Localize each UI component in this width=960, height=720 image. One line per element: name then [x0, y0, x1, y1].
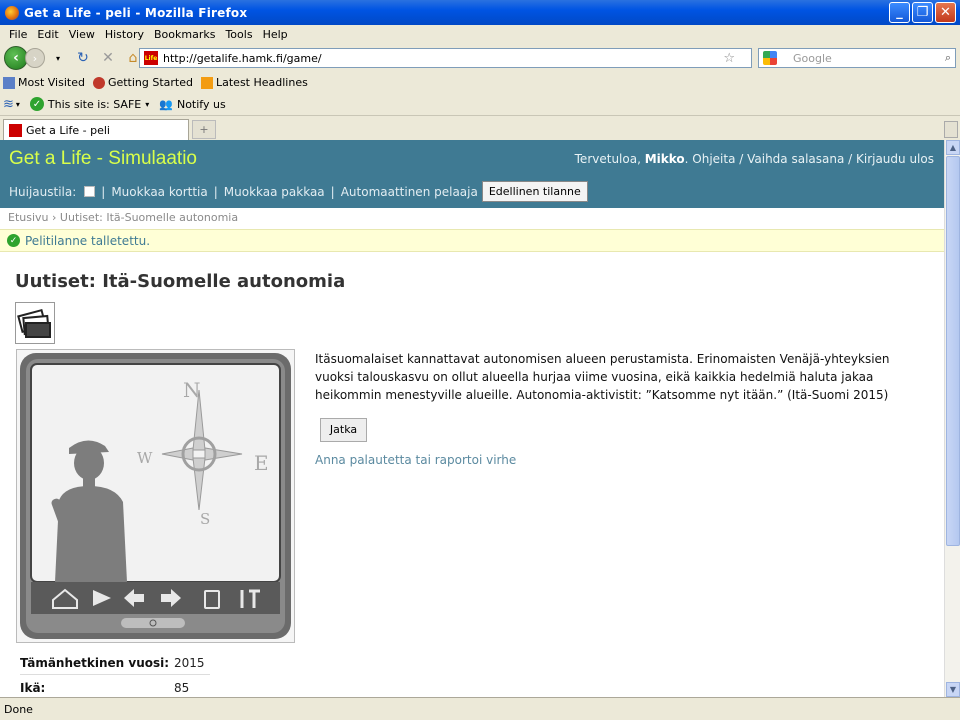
bookmark-getting-started[interactable]: Getting Started — [92, 76, 193, 89]
menu-help[interactable]: Help — [258, 28, 293, 41]
menu-file[interactable]: File — [4, 28, 32, 41]
menu-bar: File Edit View History Bookmarks Tools H… — [0, 25, 960, 44]
stat-label: Ikä: — [20, 680, 46, 695]
chevron-down-icon: ▾ — [145, 99, 150, 109]
compass-s-label: S — [200, 510, 210, 528]
menu-bookmarks[interactable]: Bookmarks — [149, 28, 220, 41]
previous-state-button[interactable]: Edellinen tilanne — [481, 181, 588, 202]
close-button[interactable]: ✕ — [935, 2, 956, 23]
stat-row: Tämänhetkinen vuosi: 2015 — [20, 650, 205, 675]
people-icon: 👥 — [159, 97, 173, 111]
stat-value: 85 — [174, 680, 190, 695]
page-title: Uutiset: Itä-Suomelle autonomia — [15, 271, 346, 292]
safe-label: This site is: SAFE — [47, 97, 142, 111]
page-viewport: Get a Life - Simulaatio Tervetuloa, Mikk… — [0, 140, 944, 697]
compass-e-label: E — [254, 451, 269, 475]
feedback-link[interactable]: Anna palautetta tai raportoi virhe — [315, 453, 516, 467]
maximize-button[interactable]: ❐ — [912, 2, 933, 23]
player-stats: Tämänhetkinen vuosi: 2015 Ikä: 85 — [20, 650, 210, 697]
auto-player-link[interactable]: Automaattinen pelaaja — [341, 185, 478, 199]
vertical-scrollbar[interactable]: ▲ ▼ — [944, 140, 960, 697]
save-notice: ✓ Pelitilanne talletettu. — [0, 229, 944, 252]
search-icon[interactable]: ⌕ — [945, 51, 951, 65]
getting-started-icon — [92, 76, 105, 89]
history-dropdown-icon[interactable]: ▾ — [47, 54, 69, 63]
bookmark-label: Most Visited — [18, 76, 85, 89]
stop-icon[interactable]: ✕ — [97, 50, 119, 66]
cheat-mode-checkbox[interactable] — [84, 186, 96, 197]
menu-edit[interactable]: Edit — [32, 28, 63, 41]
check-icon: ✓ — [29, 97, 44, 111]
window-title: Get a Life - peli - Mozilla Firefox — [24, 5, 248, 20]
compass-n-label: N — [183, 378, 201, 402]
bookmark-label: Latest Headlines — [216, 76, 308, 89]
continue-button[interactable]: Jatka — [320, 418, 367, 442]
breadcrumb-home[interactable]: Etusivu — [8, 211, 49, 224]
url-bar[interactable]: Life http://getalife.hamk.fi/game/ ☆ — [139, 48, 752, 68]
tab-list-button[interactable] — [944, 121, 958, 138]
site-favicon-icon: Life — [144, 51, 158, 65]
user-menu: Tervetuloa, Mikko. Ohjeita / Vaihda sala… — [575, 152, 934, 166]
edit-card-link[interactable]: Muokkaa korttia — [111, 185, 207, 199]
chevron-down-icon: ▾ — [15, 99, 20, 109]
wot-dropdown[interactable]: ≋ ▾ — [3, 97, 20, 112]
safe-status[interactable]: ✓ This site is: SAFE ▾ — [29, 97, 150, 111]
bookmark-latest-headlines[interactable]: Latest Headlines — [201, 76, 308, 89]
compass-w-label: W — [137, 449, 153, 467]
window-titlebar: Get a Life - peli - Mozilla Firefox _ ❐ … — [0, 0, 960, 25]
tab-title: Get a Life - peli — [26, 123, 110, 137]
notice-text: Pelitilanne talletettu. — [25, 233, 151, 248]
minimize-button[interactable]: _ — [889, 2, 910, 23]
navigation-toolbar: ‹ › ▾ ↻ ✕ ⌂ Life http://getalife.hamk.fi… — [0, 44, 960, 72]
forward-button[interactable]: › — [25, 48, 45, 68]
stat-row: Ikä: 85 — [20, 675, 205, 697]
search-bar[interactable]: Google ⌕ — [758, 48, 956, 68]
firefox-icon — [5, 5, 19, 20]
wifi-icon: ≋ — [3, 96, 14, 112]
user-name: Mikko — [644, 152, 685, 166]
search-input[interactable]: Google — [793, 52, 945, 65]
google-engine-icon[interactable] — [763, 51, 777, 65]
bookmark-star-icon[interactable]: ☆ — [723, 51, 735, 66]
stat-value: 2015 — [174, 655, 205, 670]
reload-icon[interactable]: ↻ — [72, 50, 94, 66]
site-header: Get a Life - Simulaatio Tervetuloa, Mikk… — [0, 140, 944, 208]
tool-line: Huijaustila: | Muokkaa korttia | Muokkaa… — [9, 181, 588, 202]
game-device-illustration: N E S W — [16, 349, 295, 643]
status-text: Done — [4, 702, 33, 716]
site-favicon-icon — [9, 123, 22, 137]
stat-label: Tämänhetkinen vuosi: — [20, 655, 170, 670]
most-visited-icon — [3, 76, 15, 89]
new-tab-button[interactable]: + — [192, 120, 216, 139]
scroll-thumb[interactable] — [946, 156, 960, 546]
scroll-down-icon[interactable]: ▼ — [946, 682, 960, 697]
bookmarks-toolbar: Most Visited Getting Started Latest Head… — [0, 72, 960, 93]
addon-toolbar: ≋ ▾ ✓ This site is: SAFE ▾ 👥 Notify us — [0, 93, 960, 116]
menu-tools[interactable]: Tools — [220, 28, 257, 41]
menu-view[interactable]: View — [64, 28, 100, 41]
welcome-text: Tervetuloa, — [574, 152, 645, 166]
cheat-mode-label: Huijaustila: — [9, 184, 77, 199]
check-icon: ✓ — [7, 234, 20, 247]
breadcrumb: Etusivu › Uutiset: Itä-Suomelle autonomi… — [8, 211, 239, 224]
status-bar: Done — [0, 697, 960, 720]
notify-us[interactable]: 👥 Notify us — [159, 98, 225, 111]
site-brand[interactable]: Get a Life - Simulaatio — [9, 148, 197, 170]
bookmark-label: Getting Started — [107, 76, 193, 89]
menu-history[interactable]: History — [100, 28, 149, 41]
edit-deck-link[interactable]: Muokkaa pakkaa — [224, 185, 325, 199]
breadcrumb-current: Uutiset: Itä-Suomelle autonomia — [59, 211, 239, 224]
scroll-up-icon[interactable]: ▲ — [946, 140, 960, 155]
notify-label: Notify us — [176, 97, 226, 111]
bookmark-most-visited[interactable]: Most Visited — [3, 76, 85, 89]
rss-icon — [201, 76, 213, 89]
user-links[interactable]: . Ohjeita / Vaihda salasana / Kirjaudu u… — [685, 152, 934, 166]
tab-get-a-life[interactable]: Get a Life - peli — [3, 119, 189, 140]
cards-icon — [15, 302, 55, 344]
article-body: Itäsuomalaiset kannattavat autonomisen a… — [315, 352, 890, 402]
tab-strip: Get a Life - peli + — [0, 116, 960, 140]
url-text[interactable]: http://getalife.hamk.fi/game/ — [163, 52, 723, 65]
